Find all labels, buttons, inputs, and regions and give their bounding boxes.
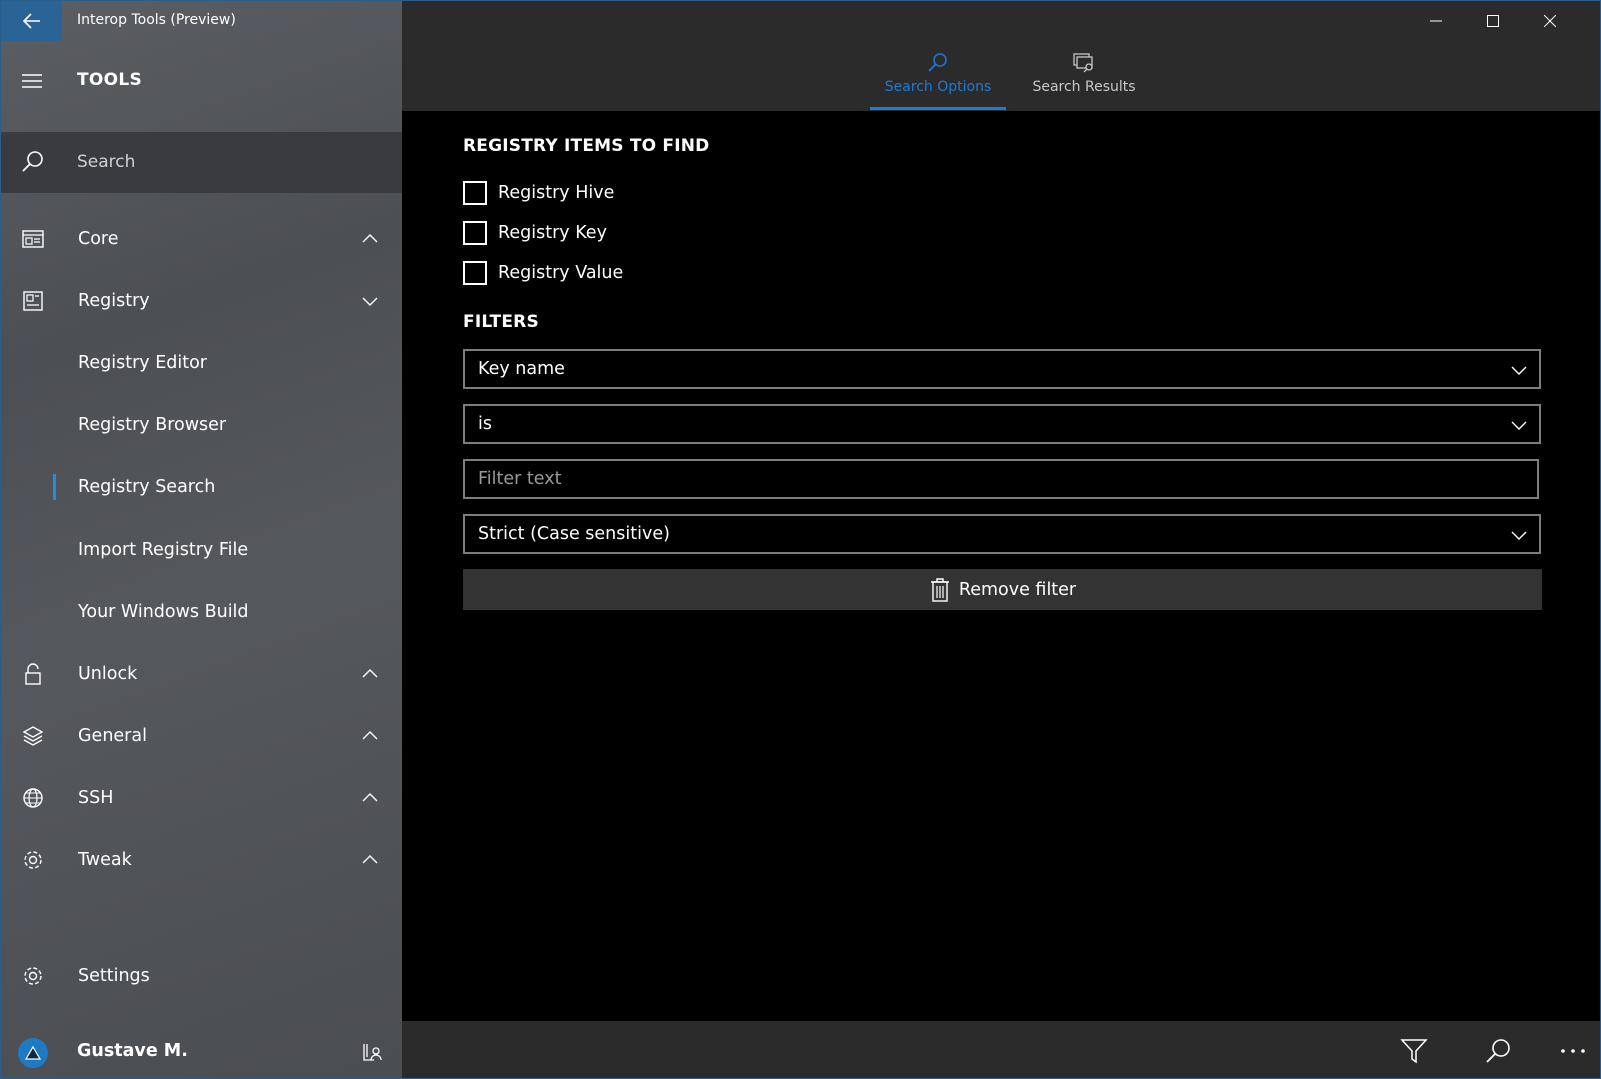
chevron-down-icon <box>1511 421 1527 430</box>
filter-field-dropdown[interactable]: Key name <box>463 349 1541 389</box>
gear-icon <box>24 851 42 869</box>
tab-search-options[interactable]: Search Options <box>870 51 1006 111</box>
nav-item-label: Registry Browser <box>78 415 227 435</box>
chevron-up-icon <box>362 669 378 678</box>
checkbox-registry-key[interactable]: Registry Key <box>463 219 607 247</box>
chevron-up-icon <box>362 234 378 243</box>
globe-icon <box>23 788 43 808</box>
nav-group-label: Registry <box>78 291 150 311</box>
nav-group-label: SSH <box>78 788 114 808</box>
trash-icon <box>930 577 949 602</box>
pane-header-title: TOOLS <box>77 70 143 90</box>
nav-group-unlock[interactable]: Unlock <box>1 643 402 705</box>
search-icon <box>1486 1039 1510 1063</box>
filter-icon <box>1400 1039 1428 1064</box>
more-icon <box>1561 1049 1585 1053</box>
filter-operator-dropdown[interactable]: is <box>463 404 1541 444</box>
layers-icon <box>22 726 44 746</box>
user-name: Gustave M. <box>77 1041 188 1061</box>
nav-group-registry[interactable]: Registry <box>1 270 402 332</box>
avatar-triangle-icon <box>24 1045 42 1060</box>
chevron-down-icon <box>362 297 378 306</box>
remove-filter-button[interactable]: Remove filter <box>463 569 1542 610</box>
dropdown-value: Key name <box>478 359 565 379</box>
registry-icon <box>23 291 43 311</box>
back-arrow-icon <box>22 13 40 29</box>
chevron-up-icon <box>362 855 378 864</box>
maximize-button[interactable] <box>1470 7 1516 35</box>
hamburger-menu-button[interactable] <box>19 67 45 95</box>
checkbox-registry-hive[interactable]: Registry Hive <box>463 179 614 207</box>
nav-item-registry-browser[interactable]: Registry Browser <box>1 394 402 456</box>
minimize-button[interactable] <box>1413 7 1459 35</box>
dropdown-value: is <box>478 414 492 434</box>
nav-group-label: Core <box>78 229 119 249</box>
nav-search-box[interactable] <box>1 132 402 193</box>
nav-group-label: Tweak <box>78 850 132 870</box>
nav-item-settings[interactable]: Settings <box>1 945 402 1007</box>
nav-group-ssh[interactable]: SSH <box>1 767 402 829</box>
app-window: Interop Tools (Preview) TOOLS Core <box>0 0 1601 1079</box>
dashboard-icon <box>22 230 44 248</box>
nav-item-your-windows-build[interactable]: Your Windows Build <box>1 581 402 643</box>
checkbox-label: Registry Hive <box>498 183 615 203</box>
nav-group-label: General <box>78 726 147 746</box>
navigation-pane: Interop Tools (Preview) TOOLS Core <box>1 1 402 1078</box>
nav-item-label: Settings <box>78 966 150 986</box>
search-icon <box>928 53 947 72</box>
nav-item-label: Registry Editor <box>78 353 207 373</box>
close-button[interactable] <box>1527 7 1573 35</box>
lock-icon <box>25 663 41 685</box>
nav-group-label: Unlock <box>78 664 138 684</box>
dropdown-value: Strict (Case sensitive) <box>478 524 670 544</box>
more-options-button[interactable] <box>1557 1035 1589 1067</box>
back-button[interactable] <box>1 1 62 41</box>
nav-item-label: Import Registry File <box>78 540 249 560</box>
minimize-icon <box>1430 20 1442 22</box>
nav-item-label: Your Windows Build <box>78 602 249 622</box>
chevron-up-icon <box>362 731 378 740</box>
maximize-icon <box>1487 15 1499 27</box>
settings-gear-icon <box>24 967 42 985</box>
search-icon <box>22 151 43 172</box>
chevron-down-icon <box>1511 366 1527 375</box>
command-bar <box>402 1021 1600 1078</box>
filters-title: FILTERS <box>463 312 539 332</box>
filter-text-input[interactable] <box>463 459 1539 499</box>
nav-group-tweak[interactable]: Tweak <box>1 829 402 891</box>
chevron-up-icon <box>362 793 378 802</box>
active-tab-indicator <box>870 107 1006 110</box>
tab-search-results[interactable]: Search Results <box>1016 51 1152 111</box>
nav-item-registry-search[interactable]: Registry Search <box>1 456 402 518</box>
checkbox-label: Registry Key <box>498 223 607 243</box>
app-title: Interop Tools (Preview) <box>77 12 236 28</box>
checkbox-box[interactable] <box>463 261 487 285</box>
chevron-down-icon <box>1511 531 1527 540</box>
filter-mode-dropdown[interactable]: Strict (Case sensitive) <box>463 514 1541 554</box>
nav-item-registry-editor[interactable]: Registry Editor <box>1 332 402 394</box>
user-avatar[interactable] <box>18 1038 48 1068</box>
registry-items-title: REGISTRY ITEMS TO FIND <box>463 136 710 156</box>
hamburger-icon <box>22 74 42 88</box>
close-icon <box>1544 15 1556 27</box>
nav-group-general[interactable]: General <box>1 705 402 767</box>
tab-label: Search Options <box>884 79 992 95</box>
checkbox-box[interactable] <box>463 221 487 245</box>
remove-filter-label: Remove filter <box>958 579 1077 600</box>
checkbox-registry-value[interactable]: Registry Value <box>463 259 623 287</box>
checkbox-box[interactable] <box>463 181 487 205</box>
search-button[interactable] <box>1482 1035 1514 1067</box>
checkbox-label: Registry Value <box>498 263 624 283</box>
nav-item-import-registry-file[interactable]: Import Registry File <box>1 519 402 581</box>
search-results-icon <box>1073 53 1093 73</box>
tab-label: Search Results <box>1032 79 1136 95</box>
account-switch-icon[interactable] <box>361 1041 383 1063</box>
nav-item-label: Registry Search <box>78 477 216 497</box>
nav-search-input[interactable] <box>77 144 377 180</box>
filter-button[interactable] <box>1398 1035 1430 1067</box>
nav-group-core[interactable]: Core <box>1 208 402 270</box>
